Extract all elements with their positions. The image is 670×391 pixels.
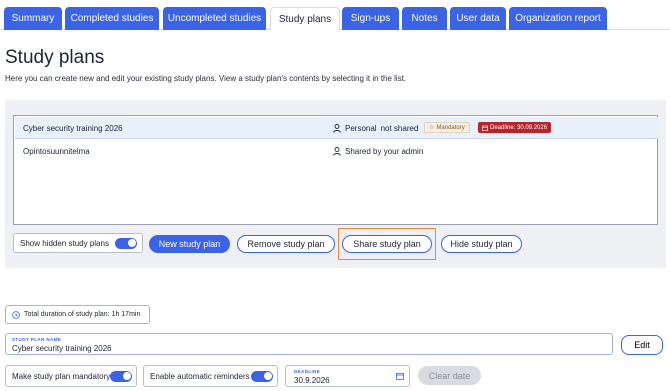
deadline-badge-label: Deadline: 30.09.2026 [490, 124, 548, 131]
owner-label: Shared by your admin [345, 147, 424, 156]
tab-bar: Summary Completed studies Uncompleted st… [0, 0, 670, 31]
clock-icon [12, 310, 20, 319]
reminders-toggle-box: Enable automatic reminders [143, 365, 278, 387]
duration-text: Total duration of study plan: 1h 17min [24, 311, 141, 318]
deadline-badge: Deadline: 30.09.2026 [478, 122, 552, 133]
study-plan-row[interactable]: Opintosuunnitelma Shared by your admin [15, 140, 658, 162]
sharing-status: not shared [380, 124, 419, 133]
study-plan-name: Opintosuunnitelma [23, 147, 90, 156]
study-plan-row[interactable]: Cyber security training 2026 Personal no… [15, 117, 658, 139]
reminders-toggle-label: Enable automatic reminders [150, 371, 250, 381]
remove-study-plan-button[interactable]: Remove study plan [237, 235, 335, 253]
deadline-label: DEADLINE [294, 369, 321, 374]
page-description: Here you can create new and edit your ex… [5, 74, 407, 83]
tab-organization-report[interactable]: Organization report [509, 7, 607, 30]
share-button-highlight [338, 228, 436, 260]
study-plan-name-field[interactable]: STUDY PLAN NAME Cyber security training … [5, 333, 613, 355]
tab-notes[interactable]: Notes [402, 7, 447, 30]
calendar-icon [482, 125, 488, 131]
study-plan-panel: Cyber security training 2026 Personal no… [5, 100, 666, 268]
tab-study-plans[interactable]: Study plans [270, 7, 340, 31]
tab-completed-studies[interactable]: Completed studies [65, 7, 159, 30]
person-icon [333, 147, 341, 156]
calendar-icon[interactable] [396, 372, 404, 380]
deadline-field[interactable]: DEADLINE 30.9.2026 [285, 365, 410, 387]
person-icon [333, 124, 341, 133]
study-plan-name-label: STUDY PLAN NAME [12, 337, 62, 342]
page-title: Study plans [5, 47, 105, 68]
mandatory-toggle-label: Make study plan mandatory [12, 371, 111, 381]
tab-sign-ups[interactable]: Sign-ups [342, 7, 399, 30]
duration-box: Total duration of study plan: 1h 17min [5, 305, 150, 324]
study-plan-list[interactable]: Cyber security training 2026 Personal no… [13, 115, 658, 225]
deadline-value: 30.9.2026 [294, 376, 330, 385]
show-hidden-label: Show hidden study plans [20, 238, 109, 248]
show-hidden-toggle-box: Show hidden study plans [13, 233, 143, 253]
study-plan-owner: Shared by your admin [333, 147, 423, 156]
tab-summary[interactable]: Summary [4, 7, 62, 30]
show-hidden-switch[interactable] [115, 237, 137, 249]
tab-uncompleted-studies[interactable]: Uncompleted studies [163, 7, 266, 30]
owner-label: Personal [345, 124, 377, 133]
study-plan-name-value: Cyber security training 2026 [12, 344, 112, 353]
mandatory-toggle-box: Make study plan mandatory [5, 365, 137, 387]
new-study-plan-button[interactable]: New study plan [149, 235, 230, 253]
clear-date-button[interactable]: Clear date [418, 366, 481, 385]
edit-button[interactable]: Edit [621, 335, 663, 355]
reminders-switch[interactable] [251, 370, 273, 382]
study-plan-owner: Personal not shared [333, 124, 418, 133]
mandatory-badge-label: Mandatory [436, 124, 465, 131]
mandatory-switch[interactable] [110, 370, 132, 382]
star-icon: ☆ [429, 125, 435, 131]
mandatory-badge: ☆ Mandatory [424, 122, 470, 133]
tab-user-data[interactable]: User data [450, 7, 506, 30]
hide-study-plan-button[interactable]: Hide study plan [441, 235, 522, 253]
study-plan-name: Cyber security training 2026 [23, 124, 123, 133]
